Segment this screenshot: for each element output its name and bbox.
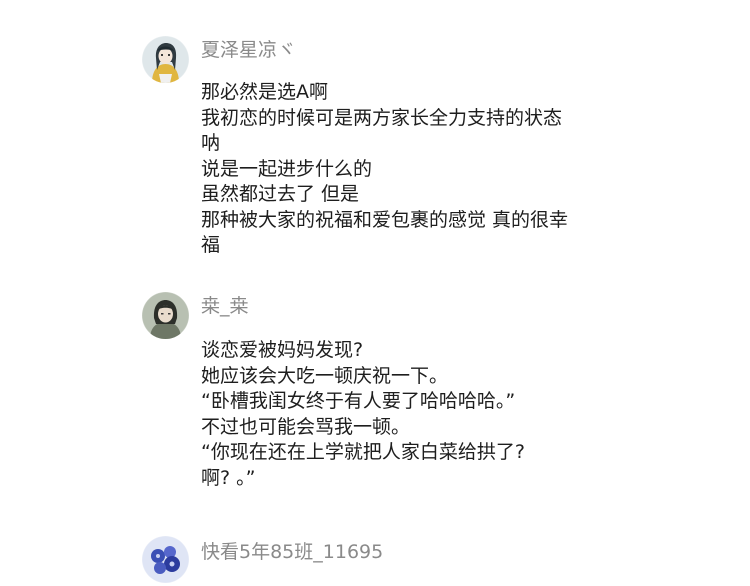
comment-line: 不过也可能会骂我一顿。 <box>201 415 411 438</box>
comment-line: 虽然都过去了 但是 <box>201 183 360 205</box>
user-avatar[interactable] <box>142 36 189 83</box>
comment-line: “卧槽我闺女终于有人要了哈哈哈哈。” <box>201 390 516 412</box>
comment-text: 那必然是选A啊 我初恋的时候可是两方家长全力支持的状态 呐 说是一起进步什么的 … <box>201 80 621 259</box>
user-avatar[interactable] <box>142 292 189 339</box>
avatar-blue-flowers-icon <box>142 536 189 583</box>
comment-line: 我初恋的时候可是两方家长全力支持的状态 <box>201 106 563 129</box>
comment-line: 说是一起进步什么的 <box>201 157 373 180</box>
avatar-anime-girl-icon <box>142 36 189 83</box>
comment-line: 啊? 。” <box>201 466 256 489</box>
username[interactable]: 快看5年85班_11695 <box>201 540 383 564</box>
avatar-portrait-icon <box>142 292 189 339</box>
comment-line: 她应该会大吃一顿庆祝一下。 <box>201 364 449 387</box>
comment-line: 那必然是选A啊 <box>201 81 328 103</box>
username[interactable]: 桒_桒 <box>201 294 249 318</box>
username[interactable]: 夏泽星凉ヾ <box>201 38 296 62</box>
comment-line: 呐 <box>201 132 221 154</box>
comment-line: 谈恋爱被妈妈发现? <box>201 339 364 361</box>
comment-text: 谈恋爱被妈妈发现? 她应该会大吃一顿庆祝一下。 “卧槽我闺女终于有人要了哈哈哈哈… <box>201 338 621 491</box>
comment-line: “你现在还在上学就把人家白菜给拱了? <box>201 441 525 463</box>
comment-line: 那种被大家的祝福和爱包裹的感觉 真的很幸 <box>201 208 569 231</box>
comment-line: 福 <box>201 234 221 256</box>
user-avatar[interactable] <box>142 536 189 583</box>
